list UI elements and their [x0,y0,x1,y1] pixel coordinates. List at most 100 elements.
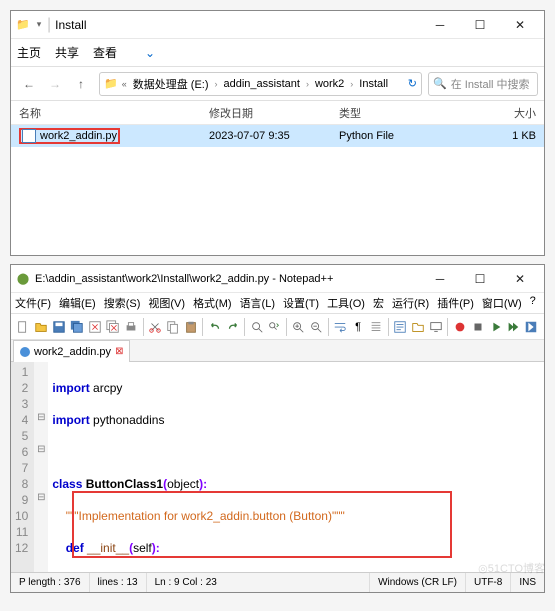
separator [244,318,245,336]
file-tabs: work2_addin.py ⊠ [11,340,544,362]
menu-edit[interactable]: 编辑(E) [59,295,96,311]
menu-help[interactable]: ? [530,295,536,311]
chevron-right-icon: › [215,79,218,89]
close-all-icon[interactable] [105,318,122,336]
maximize-button[interactable]: ☐ [460,11,500,39]
notepad-window: ⬤ E:\addin_assistant\work2\Install\work2… [10,264,545,593]
monitor-icon[interactable] [427,318,444,336]
up-button[interactable]: ↑ [69,72,93,96]
function-list-icon[interactable] [391,318,408,336]
menu-window[interactable]: 窗口(W) [482,295,522,311]
minimize-button[interactable]: ─ [420,11,460,39]
save-macro-icon[interactable] [523,318,540,336]
search-input[interactable]: 🔍 在 Install 中搜索 [428,72,538,96]
file-size: 1 KB [431,126,544,146]
notepad-titlebar: ⬤ E:\addin_assistant\work2\Install\work2… [11,265,544,293]
zoom-in-icon[interactable] [290,318,307,336]
history-caret-icon[interactable]: « [122,79,127,89]
find-icon[interactable] [248,318,265,336]
address-bar[interactable]: 📁 « 数据处理盘 (E:) › addin_assistant › work2… [99,72,422,96]
menu-file[interactable]: 文件(F) [15,295,51,311]
menu-format[interactable]: 格式(M) [193,295,232,311]
ribbon-expand-icon[interactable]: ⌄ [145,46,155,60]
menu-language[interactable]: 语言(L) [240,295,275,311]
open-file-icon[interactable] [33,318,50,336]
separator [202,318,203,336]
menu-run[interactable]: 运行(R) [392,295,429,311]
replace-icon[interactable] [266,318,283,336]
close-button[interactable]: ✕ [500,265,540,293]
dropdown-icon[interactable]: ▾ [31,17,47,33]
quick-access-divider: | [47,16,51,34]
drive-icon: 📁 [104,77,118,90]
menu-search[interactable]: 搜索(S) [104,295,141,311]
close-file-icon[interactable] [87,318,104,336]
indent-guide-icon[interactable] [368,318,385,336]
save-all-icon[interactable] [69,318,86,336]
code-editor[interactable]: 123456789101112 ⊟⊟⊟ import arcpy import … [11,362,544,572]
close-button[interactable]: ✕ [500,11,540,39]
print-icon[interactable] [123,318,140,336]
tab-home[interactable]: 主页 [17,44,41,61]
explorer-titlebar: 📁 ▾ | Install ─ ☐ ✕ [11,11,544,39]
explorer-window: 📁 ▾ | Install ─ ☐ ✕ 主页 共享 查看 ⌄ ← → ↑ 📁 «… [10,10,545,256]
tab-view[interactable]: 查看 [93,44,117,61]
file-tab[interactable]: work2_addin.py ⊠ [13,340,130,362]
paste-icon[interactable] [182,318,199,336]
breadcrumb[interactable]: work2 [313,78,346,90]
menu-settings[interactable]: 设置(T) [283,295,319,311]
ribbon-tabs: 主页 共享 查看 ⌄ [11,39,544,67]
copy-icon[interactable] [164,318,181,336]
file-list: work2_addin.py 2023-07-07 9:35 Python Fi… [11,125,544,255]
play-macro-icon[interactable] [487,318,504,336]
toolbar: ¶ [11,314,544,340]
wordwrap-icon[interactable] [332,318,349,336]
file-status-icon [20,347,30,357]
record-macro-icon[interactable] [451,318,468,336]
play-multi-icon[interactable] [505,318,522,336]
header-type[interactable]: 类型 [331,101,431,124]
minimize-button[interactable]: ─ [420,265,460,293]
menu-plugins[interactable]: 插件(P) [437,295,474,311]
window-title: E:\addin_assistant\work2\Install\work2_a… [35,273,333,285]
tab-share[interactable]: 共享 [55,44,79,61]
menu-bar: 文件(F) 编辑(E) 搜索(S) 视图(V) 格式(M) 语言(L) 设置(T… [11,293,544,314]
search-icon: 🔍 [433,77,447,90]
redo-icon[interactable] [224,318,241,336]
menu-macro[interactable]: 宏 [373,295,384,311]
address-toolbar: ← → ↑ 📁 « 数据处理盘 (E:) › addin_assistant ›… [11,67,544,101]
notepad-icon: ⬤ [15,271,31,287]
zoom-out-icon[interactable] [308,318,325,336]
column-headers: 名称 修改日期 类型 大小 [11,101,544,125]
new-file-icon[interactable] [15,318,32,336]
folder-view-icon[interactable] [409,318,426,336]
breadcrumb[interactable]: Install [357,78,390,90]
stop-macro-icon[interactable] [469,318,486,336]
chevron-right-icon: › [306,79,309,89]
file-type: Python File [331,126,431,146]
status-lines: lines : 13 [90,573,147,592]
refresh-icon[interactable]: ↻ [408,77,417,90]
cut-icon[interactable] [147,318,164,336]
separator [286,318,287,336]
back-button[interactable]: ← [17,72,41,96]
maximize-button[interactable]: ☐ [460,265,500,293]
header-name[interactable]: 名称 [11,101,201,124]
show-all-chars-icon[interactable]: ¶ [350,318,367,336]
close-tab-icon[interactable]: ⊠ [115,346,123,357]
window-title: Install [55,18,86,32]
fold-column[interactable]: ⊟⊟⊟ [34,362,48,572]
breadcrumb[interactable]: addin_assistant [222,78,302,90]
undo-icon[interactable] [206,318,223,336]
header-date[interactable]: 修改日期 [201,101,331,124]
menu-view[interactable]: 视图(V) [148,295,185,311]
forward-button[interactable]: → [43,72,67,96]
header-size[interactable]: 大小 [431,101,544,124]
file-name: work2_addin.py [40,130,117,142]
breadcrumb[interactable]: 数据处理盘 (E:) [131,76,211,92]
file-row[interactable]: work2_addin.py 2023-07-07 9:35 Python Fi… [11,125,544,147]
save-icon[interactable] [51,318,68,336]
code-body[interactable]: import arcpy import pythonaddins class B… [48,362,544,572]
watermark: ◎51CTO博客 [478,560,545,576]
menu-tools[interactable]: 工具(O) [327,295,365,311]
